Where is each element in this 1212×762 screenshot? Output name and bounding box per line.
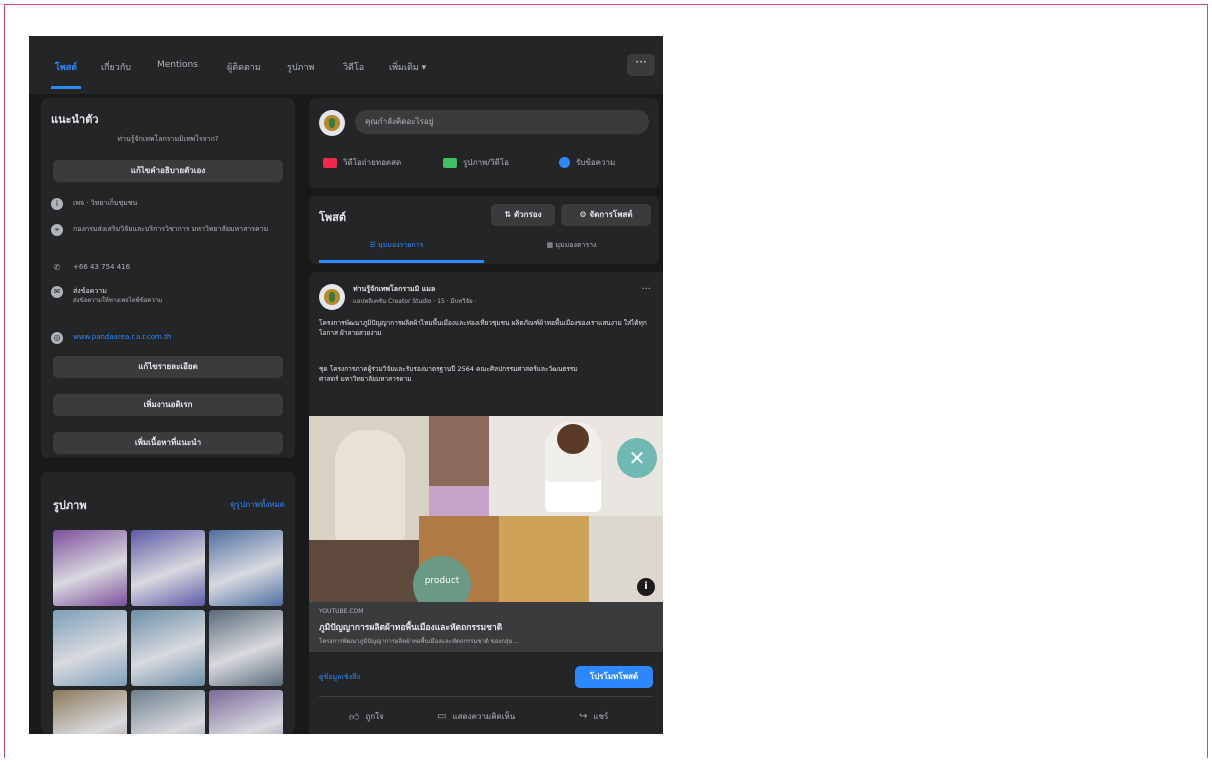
live-video-button[interactable]: วิดีโอถ่ายทอดสด xyxy=(323,156,401,169)
intro-row-category: i เพจ · วิทยาเก็บชุมชน xyxy=(51,198,287,210)
tab-more[interactable]: เพิ่มเติม ▾ xyxy=(389,60,426,74)
globe-icon: ◎ xyxy=(51,332,63,344)
thumbs-up-icon: 👍︎ xyxy=(349,711,360,723)
intro-row-phone: ✆ +66 43 754 416 xyxy=(51,262,287,274)
info-icon[interactable]: i xyxy=(637,578,655,596)
photos-card: รูปภาพ ดูรูปภาพทั้งหมด xyxy=(41,472,295,734)
intro-row-website[interactable]: ◎ www.pandaarea.r.a.r.com.th xyxy=(51,332,287,344)
photo-thumbnail[interactable] xyxy=(53,530,127,606)
composer-card: คุณกำลังคิดอะไรอยู่ วิดีโอถ่ายทอดสด รูปภ… xyxy=(309,98,659,188)
tab-followers[interactable]: ผู้ติดตาม xyxy=(227,60,261,74)
photo-thumbnail[interactable] xyxy=(209,690,283,734)
website-link[interactable]: www.pandaarea.r.a.r.com.th xyxy=(73,332,287,344)
divider xyxy=(319,696,653,697)
add-featured-button[interactable]: เพิ่มเนื้อหาที่แนะนำ xyxy=(53,432,283,454)
see-all-photos-link[interactable]: ดูรูปภาพทั้งหมด xyxy=(230,498,285,511)
tab-about[interactable]: เกี่ยวกับ xyxy=(101,60,131,74)
list-view-tab[interactable]: ☰ มุมมองรายการ xyxy=(309,240,484,251)
like-button[interactable]: 👍︎ ถูกใจ xyxy=(349,710,384,723)
edit-intro-button[interactable]: แก้ไขคำอธิบายตัวเอง xyxy=(53,160,283,182)
post-body: โครงการพัฒนาภูมิปัญญาการผลิตผ้าไหมพื้นเม… xyxy=(319,319,647,337)
live-video-icon xyxy=(323,157,337,168)
photo-thumbnail[interactable] xyxy=(209,610,283,686)
facebook-page: โพสต์ เกี่ยวกับ Mentions ผู้ติดตาม รูปภา… xyxy=(29,36,663,734)
top-nav: โพสต์ เกี่ยวกับ Mentions ผู้ติดตาม รูปภา… xyxy=(29,36,663,94)
tab-photos[interactable]: รูปภาพ xyxy=(287,60,314,74)
post-card: ท่านรู้จักเทพโลกรามมิ แมล แอปพลิเคชัน Cr… xyxy=(309,272,663,734)
photo-thumbnail[interactable] xyxy=(131,530,205,606)
tab-posts[interactable]: โพสต์ xyxy=(50,60,82,89)
photo-thumbnail[interactable] xyxy=(131,690,205,734)
photo-thumbnail[interactable] xyxy=(53,690,127,734)
comment-button[interactable]: ▭ แสดงความคิดเห็น xyxy=(437,710,515,723)
edit-details-button[interactable]: แก้ไขรายละเอียด xyxy=(53,356,283,378)
intro-question: ท่านรู้จักเทพโลกรามมิเทพไรจาก? xyxy=(117,135,219,143)
posts-header-card: โพสต์ ⇅ ตัวกรอง ⚙ จัดการโพสต์ ☰ มุมมองรา… xyxy=(309,196,659,264)
post-page-name[interactable]: ท่านรู้จักเทพโลกรามมิ แมล xyxy=(353,284,435,295)
filter-icon: ⇅ xyxy=(504,210,514,219)
list-view-underline xyxy=(319,260,484,263)
messenger-icon xyxy=(559,157,570,168)
link-title: ภูมิปัญญาการผลิตผ้าทอพื้นเมืองและหัตถกรร… xyxy=(319,623,503,633)
collage-figure-1 xyxy=(335,430,405,540)
photo-thumbnail[interactable] xyxy=(53,610,127,686)
phone-icon: ✆ xyxy=(53,263,61,272)
share-button[interactable]: ↪ แชร์ xyxy=(579,710,608,723)
intro-title: แนะนำตัว xyxy=(51,113,99,126)
comment-icon: ▭ xyxy=(437,711,447,722)
collage-photo-7 xyxy=(499,516,589,602)
photo-icon xyxy=(443,157,457,168)
info-icon: i xyxy=(51,198,63,210)
link-preview-image[interactable]: ✕ product i xyxy=(309,416,663,602)
message-sub: ส่งข้อความให้ทางเพจไลฟ์ข้อความ xyxy=(73,297,163,304)
collage-model-hair xyxy=(557,424,589,454)
close-icon[interactable]: ✕ xyxy=(617,438,657,478)
link-description: โครงการพัฒนาภูมิปัญญาการผลิตผ้าทอพื้นเมื… xyxy=(319,638,519,645)
collage-photo-2 xyxy=(429,416,489,486)
see-insights-link[interactable]: ดูข้อมูลเชิงลึก xyxy=(319,672,361,683)
gear-icon: ⚙ xyxy=(579,210,590,219)
photo-thumbnail[interactable] xyxy=(209,530,283,606)
photos-title: รูปภาพ xyxy=(53,499,87,512)
share-icon: ↪ xyxy=(579,711,588,722)
more-options-button[interactable]: ··· xyxy=(627,54,655,76)
composer-input[interactable]: คุณกำลังคิดอะไรอยู่ xyxy=(355,110,649,134)
collage-photo-5 xyxy=(309,540,419,602)
get-messages-button[interactable]: รับข้อความ xyxy=(559,156,615,169)
grid-view-tab[interactable]: ▦ มุมมองตาราง xyxy=(484,240,659,251)
page-avatar[interactable] xyxy=(319,110,345,136)
photo-video-button[interactable]: รูปภาพ/วิดีโอ xyxy=(443,156,509,169)
intro-row-address: ⌖ กองกรมส่งเสริมวิจัยและบริการวิชาการ มห… xyxy=(51,224,287,236)
post-options-icon[interactable]: ··· xyxy=(641,284,651,295)
post-meta: แอปพลิเคชัน Creator Studio · 15 · มีบทวิ… xyxy=(353,298,477,305)
pin-icon: ⌖ xyxy=(51,224,63,236)
posts-title: โพสต์ xyxy=(319,211,347,224)
intro-card: แนะนำตัว ท่านรู้จักเทพโลกรามมิเทพไรจาก? … xyxy=(41,98,295,458)
link-info[interactable]: YOUTUBE.COM ภูมิปัญญาการผลิตผ้าทอพื้นเมื… xyxy=(309,602,663,652)
add-hobbies-button[interactable]: เพิ่มงานอดิเรก xyxy=(53,394,283,416)
tab-videos[interactable]: วิดีโอ xyxy=(343,60,364,74)
tab-mentions[interactable]: Mentions xyxy=(157,60,198,70)
photo-thumbnail[interactable] xyxy=(131,610,205,686)
manage-posts-button[interactable]: ⚙ จัดการโพสต์ xyxy=(561,204,651,226)
post-avatar[interactable] xyxy=(319,284,345,310)
post-body-2: ชุด โครงการภาคผู้ร่วมวิจัยและรับรองมาตรฐ… xyxy=(319,365,578,383)
message-icon: ✉ xyxy=(51,286,63,298)
link-domain: YOUTUBE.COM xyxy=(319,608,364,615)
filter-button[interactable]: ⇅ ตัวกรอง xyxy=(491,204,555,226)
message-label: ส่งข้อความ xyxy=(73,287,107,295)
boost-post-button[interactable]: โปรโมทโพสต์ xyxy=(575,666,653,688)
list-icon: ☰ xyxy=(369,241,379,249)
intro-row-message[interactable]: ✉ ส่งข้อความ ส่งข้อความให้ทางเพจไลฟ์ข้อค… xyxy=(51,286,287,306)
